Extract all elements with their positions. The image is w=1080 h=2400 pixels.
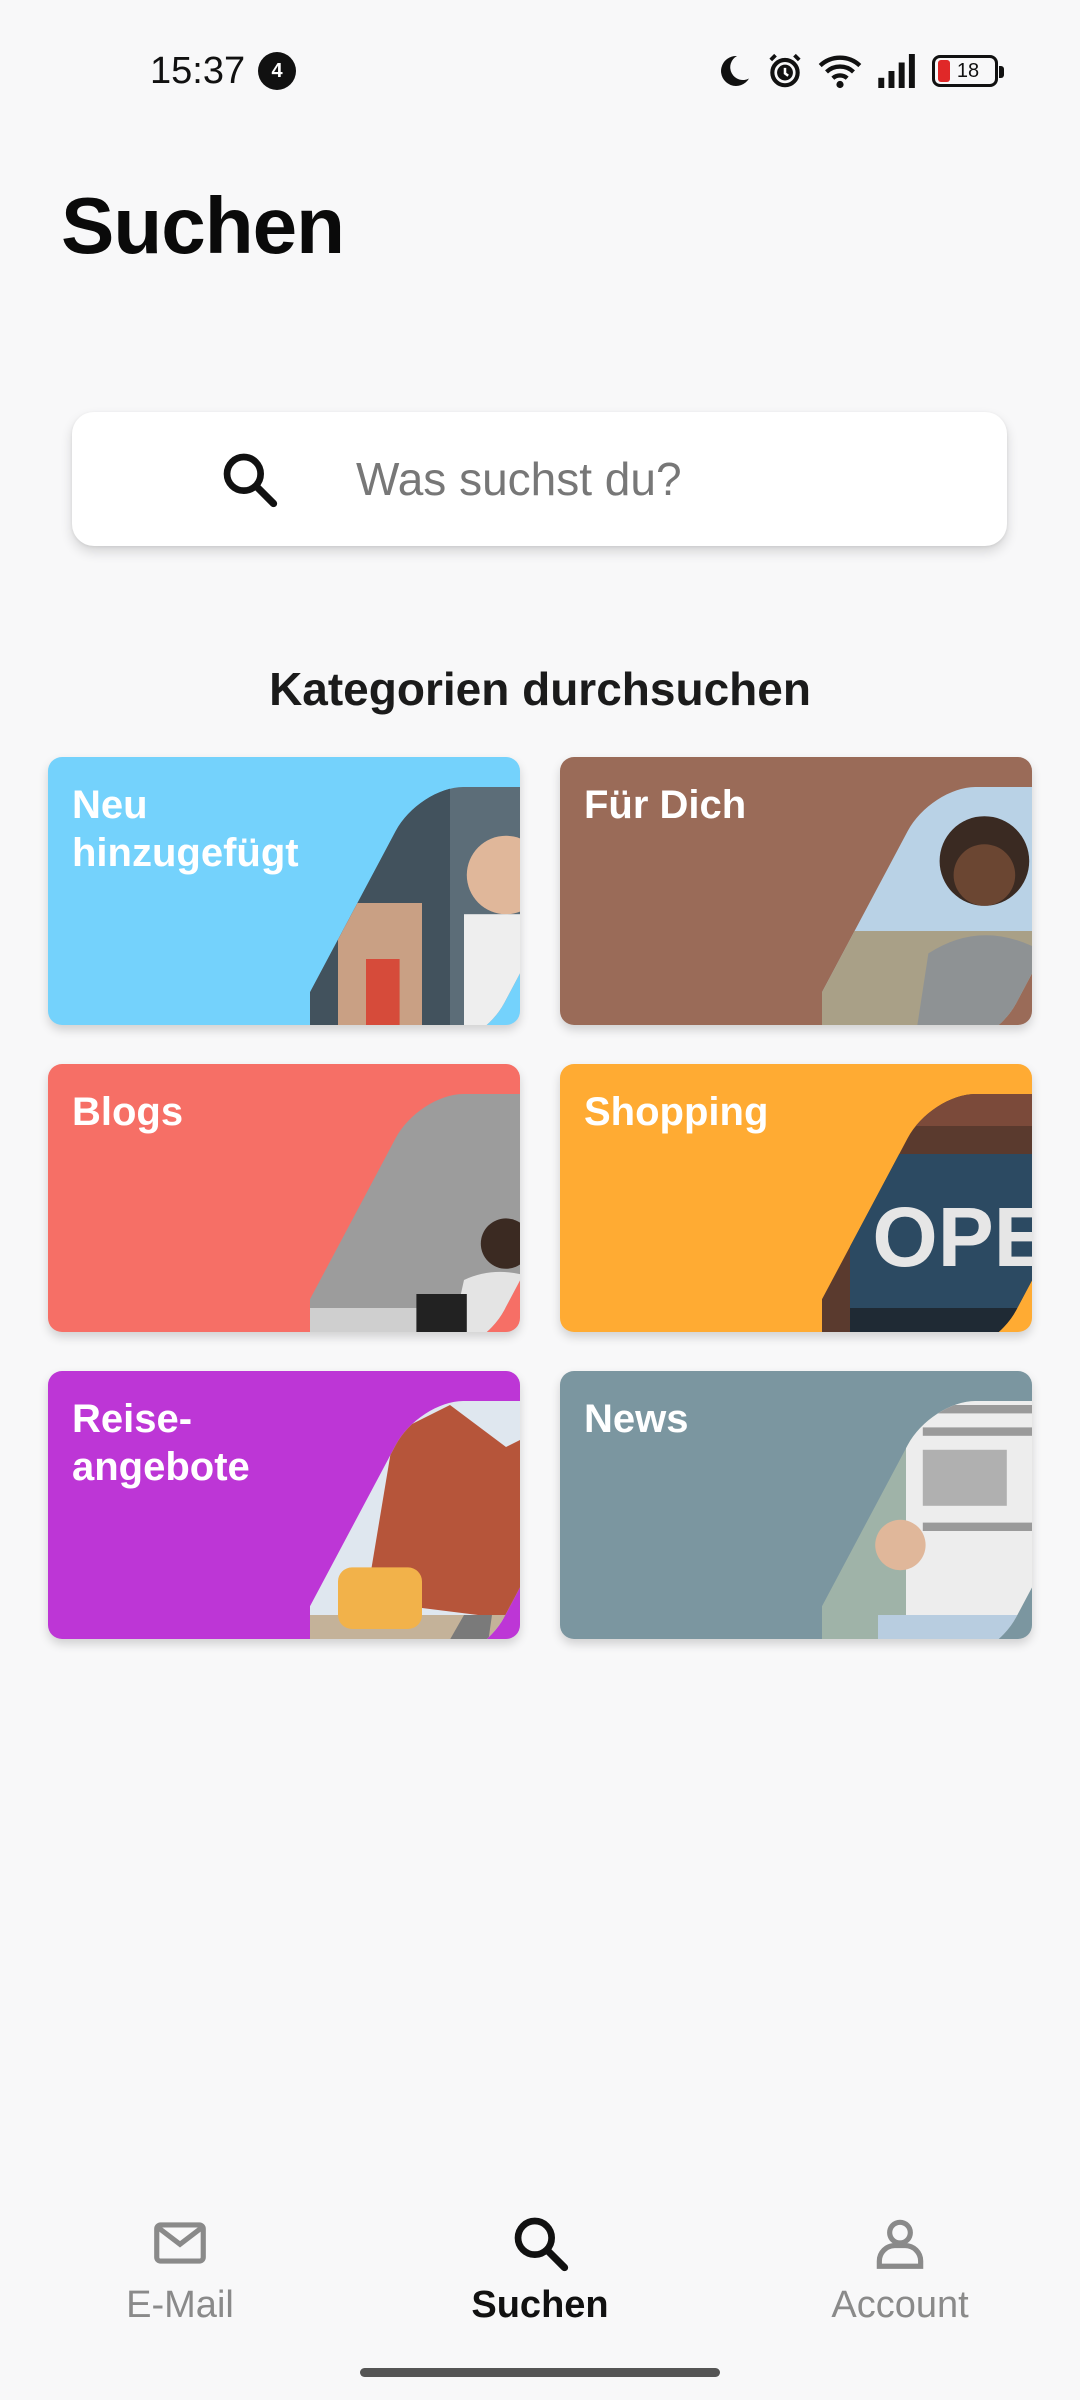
search-icon bbox=[514, 2217, 569, 2272]
category-card-neu-hinzugefuegt[interactable]: Neu hinzugefügt bbox=[48, 757, 520, 1025]
category-card-reiseangebote[interactable]: Reise- angebote bbox=[48, 1371, 520, 1639]
search-icon bbox=[223, 453, 278, 508]
svg-text:OPE: OPE bbox=[872, 1190, 1032, 1284]
alarm-icon bbox=[769, 53, 801, 88]
search-screen: 15:37 4 18 Suchen Kategorien durchsuchen… bbox=[0, 0, 1080, 2400]
mail-icon bbox=[154, 2222, 206, 2264]
bottom-navigation: E-Mail Suchen Account bbox=[0, 2180, 1080, 2350]
category-label: Blogs bbox=[72, 1090, 184, 1134]
nav-item-email[interactable]: E-Mail bbox=[30, 2180, 330, 2350]
category-card-fuer-dich[interactable]: Für Dich bbox=[560, 757, 1032, 1025]
category-card-shopping[interactable]: Shopping OPE bbox=[560, 1064, 1032, 1332]
status-bar: 15:37 4 18 bbox=[0, 0, 1080, 140]
category-label: Reise- angebote bbox=[72, 1397, 250, 1489]
person-icon bbox=[876, 2219, 924, 2269]
page-title: Suchen bbox=[61, 181, 345, 270]
signal-icon bbox=[878, 54, 915, 88]
nav-item-search[interactable]: Suchen bbox=[390, 2180, 690, 2350]
nav-label-account: Account bbox=[831, 2284, 969, 2326]
moon-icon bbox=[721, 55, 749, 86]
category-label: Neu hinzugefügt bbox=[72, 783, 299, 875]
search-input[interactable] bbox=[356, 452, 956, 506]
notification-count-badge: 4 bbox=[258, 52, 296, 90]
battery-icon: 18 bbox=[932, 55, 1004, 87]
status-icons: 18 bbox=[716, 50, 1004, 92]
categories-heading: Kategorien durchsuchen bbox=[269, 663, 811, 715]
nav-label-email: E-Mail bbox=[126, 2284, 234, 2326]
battery-level: 18 bbox=[956, 59, 980, 82]
nav-item-account[interactable]: Account bbox=[750, 2180, 1050, 2350]
category-card-news[interactable]: News bbox=[560, 1371, 1032, 1639]
wifi-icon bbox=[818, 55, 862, 89]
category-card-blogs[interactable]: Blogs bbox=[48, 1064, 520, 1332]
status-time: 15:37 bbox=[150, 50, 246, 92]
category-label: Shopping bbox=[584, 1090, 769, 1134]
category-label: Für Dich bbox=[584, 783, 747, 827]
home-indicator[interactable] bbox=[360, 2368, 720, 2377]
category-label: News bbox=[584, 1397, 689, 1441]
search-bar[interactable] bbox=[72, 412, 1007, 546]
nav-label-search: Suchen bbox=[471, 2284, 609, 2326]
